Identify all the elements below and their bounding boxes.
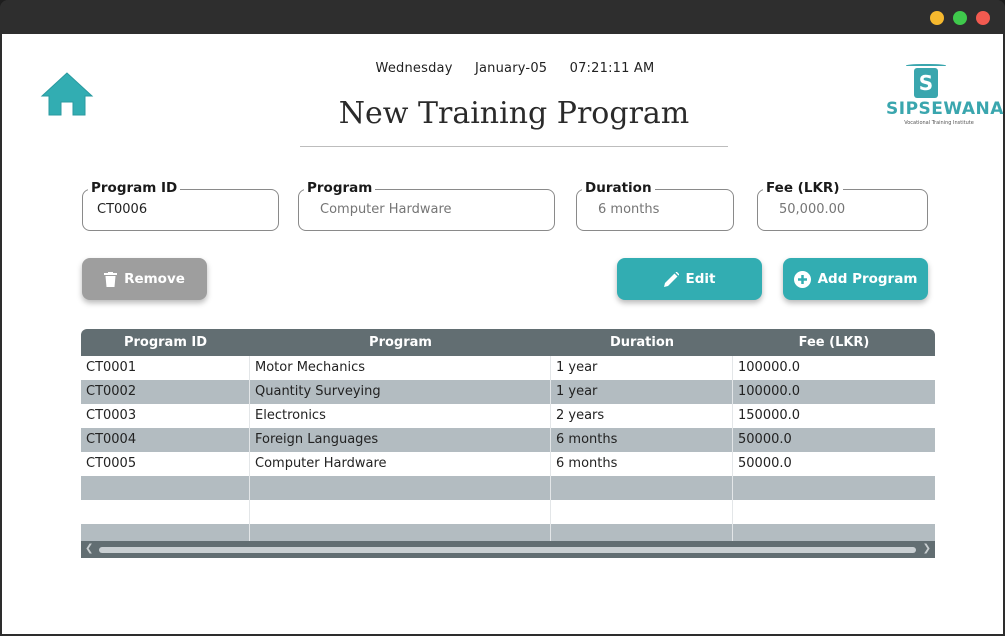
cell-program: Quantity Surveying <box>250 380 551 404</box>
cell-program-id: CT0005 <box>81 452 250 476</box>
fee-input[interactable] <box>779 202 915 217</box>
day-label: Wednesday <box>375 61 453 76</box>
cell-fee: 50000.0 <box>738 432 792 447</box>
table-body: CT0001 Motor Mechanics 1 year 100000.0 C… <box>81 356 935 548</box>
cell-duration: 2 years <box>551 404 733 428</box>
app-window: Wednesday January-05 07:21:11 AM New Tra… <box>0 0 1005 636</box>
cell-duration: 6 months <box>551 452 733 476</box>
datetime-display: Wednesday January-05 07:21:11 AM <box>302 61 728 76</box>
duration-label: Duration <box>582 180 655 196</box>
date-label: January-05 <box>474 61 548 76</box>
cell-fee: 50000.0 <box>738 456 792 471</box>
programs-table: Program ID Program Duration Fee (LKR) CT… <box>81 329 935 558</box>
program-id-field: Program ID <box>82 180 279 231</box>
cell-empty <box>551 476 733 500</box>
cell-program-id: CT0002 <box>81 380 250 404</box>
cell-program-id: CT0001 <box>81 356 250 380</box>
cell-program-id: CT0004 <box>81 428 250 452</box>
horizontal-scrollbar[interactable]: ❮ ❯ <box>81 541 935 558</box>
column-header-duration[interactable]: Duration <box>551 329 733 356</box>
minimize-window-button[interactable] <box>930 11 944 25</box>
cell-program-id: CT0003 <box>81 404 250 428</box>
cell-empty <box>551 500 733 524</box>
cell-program: Computer Hardware <box>250 452 551 476</box>
pencil-icon <box>663 271 679 287</box>
cell-fee: 100000.0 <box>738 384 801 399</box>
scrollbar-thumb[interactable] <box>99 547 916 553</box>
trash-icon <box>104 271 118 287</box>
home-icon <box>40 72 94 116</box>
scroll-right-icon[interactable]: ❯ <box>923 543 931 554</box>
maximize-window-button[interactable] <box>953 11 967 25</box>
remove-button-label: Remove <box>124 271 185 287</box>
duration-field: Duration <box>576 180 734 231</box>
cell-empty <box>733 500 935 524</box>
logo-name: SIPSEWANA <box>886 99 1004 119</box>
cell-fee: 150000.0 <box>738 408 801 423</box>
program-label: Program <box>304 180 376 196</box>
table-row[interactable]: CT0002 Quantity Surveying 1 year 100000.… <box>81 380 935 404</box>
table-row[interactable]: CT0004 Foreign Languages 6 months 50000.… <box>81 428 935 452</box>
program-input[interactable] <box>320 202 524 217</box>
table-row-empty <box>81 476 935 500</box>
table-row[interactable]: CT0001 Motor Mechanics 1 year 100000.0 <box>81 356 935 380</box>
add-program-button-label: Add Program <box>817 271 918 287</box>
column-header-fee[interactable]: Fee (LKR) <box>733 329 935 356</box>
cell-empty <box>81 500 250 524</box>
column-header-program-id[interactable]: Program ID <box>81 329 250 356</box>
time-label: 07:21:11 AM <box>569 61 655 76</box>
edit-button[interactable]: Edit <box>617 258 762 300</box>
cell-program: Motor Mechanics <box>250 356 551 380</box>
home-button[interactable] <box>40 71 94 117</box>
remove-button[interactable]: Remove <box>82 258 207 300</box>
cell-empty <box>81 476 250 500</box>
title-divider <box>300 146 728 147</box>
cell-duration: 1 year <box>551 356 733 380</box>
cell-program: Electronics <box>250 404 551 428</box>
edit-button-label: Edit <box>685 271 716 287</box>
page-title: New Training Program <box>338 96 690 131</box>
cell-duration: 6 months <box>551 428 733 452</box>
cell-duration: 1 year <box>551 380 733 404</box>
duration-input[interactable] <box>598 202 723 217</box>
program-id-input[interactable] <box>97 202 253 217</box>
cell-empty <box>733 476 935 500</box>
cell-empty <box>250 476 551 500</box>
fee-label: Fee (LKR) <box>763 180 843 196</box>
cell-empty <box>250 500 551 524</box>
main-content: Wednesday January-05 07:21:11 AM New Tra… <box>2 34 1003 634</box>
close-window-button[interactable] <box>976 11 990 25</box>
add-program-button[interactable]: Add Program <box>783 258 928 300</box>
plus-circle-icon <box>793 270 811 288</box>
logo-tagline: Vocational Training Institute <box>904 120 974 126</box>
logo-mark: S <box>914 68 938 98</box>
sipsewana-logo: S SIPSEWANA Vocational Training Institut… <box>886 62 1004 128</box>
title-bar <box>0 0 1005 34</box>
program-field: Program <box>298 180 555 231</box>
table-row[interactable]: CT0003 Electronics 2 years 150000.0 <box>81 404 935 428</box>
scroll-left-icon[interactable]: ❮ <box>85 543 93 554</box>
program-id-label: Program ID <box>88 180 181 196</box>
table-row[interactable]: CT0005 Computer Hardware 6 months 50000.… <box>81 452 935 476</box>
fee-field: Fee (LKR) <box>757 180 928 231</box>
cell-program: Foreign Languages <box>250 428 551 452</box>
cell-fee: 100000.0 <box>738 360 801 375</box>
column-header-program[interactable]: Program <box>250 329 551 356</box>
table-row-empty <box>81 500 935 524</box>
table-header: Program ID Program Duration Fee (LKR) <box>81 329 935 356</box>
